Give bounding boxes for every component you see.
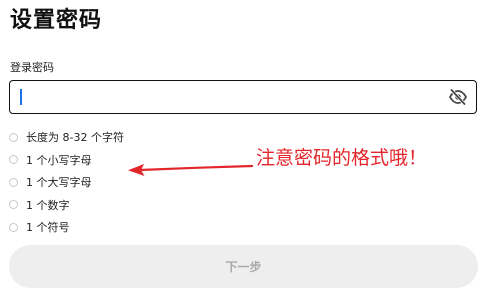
annotation-arrow-icon [128,164,254,176]
rule-status-circle-icon [9,200,18,210]
rule-status-circle-icon [9,155,18,165]
rule-label: 1 个小写字母 [26,153,92,167]
rule-length: 长度为 8-32 个字符 [9,126,124,149]
rule-symbol: 1 个符号 [9,216,124,239]
rule-status-circle-icon [9,222,18,232]
next-step-button[interactable]: 下一步 [9,245,478,288]
password-field[interactable] [9,80,477,114]
rule-label: 1 个大写字母 [26,176,92,190]
password-rules-list: 长度为 8-32 个字符 1 个小写字母 1 个大写字母 1 个数字 1 个符号 [9,126,124,239]
rule-lowercase: 1 个小写字母 [9,149,124,172]
page-title: 设置密码 [10,8,103,33]
eye-off-icon[interactable] [448,88,468,106]
rule-number: 1 个数字 [9,194,124,217]
rule-status-circle-icon [9,132,18,142]
rule-status-circle-icon [9,177,18,187]
password-input[interactable] [18,85,438,109]
rule-label: 1 个数字 [26,198,70,212]
password-label: 登录密码 [10,61,54,74]
text-cursor [20,89,22,105]
annotation-text: 注意密码的格式哦！ [256,147,428,169]
rule-uppercase: 1 个大写字母 [9,171,124,194]
rule-label: 1 个符号 [26,221,70,235]
rule-label: 长度为 8-32 个字符 [26,131,124,145]
